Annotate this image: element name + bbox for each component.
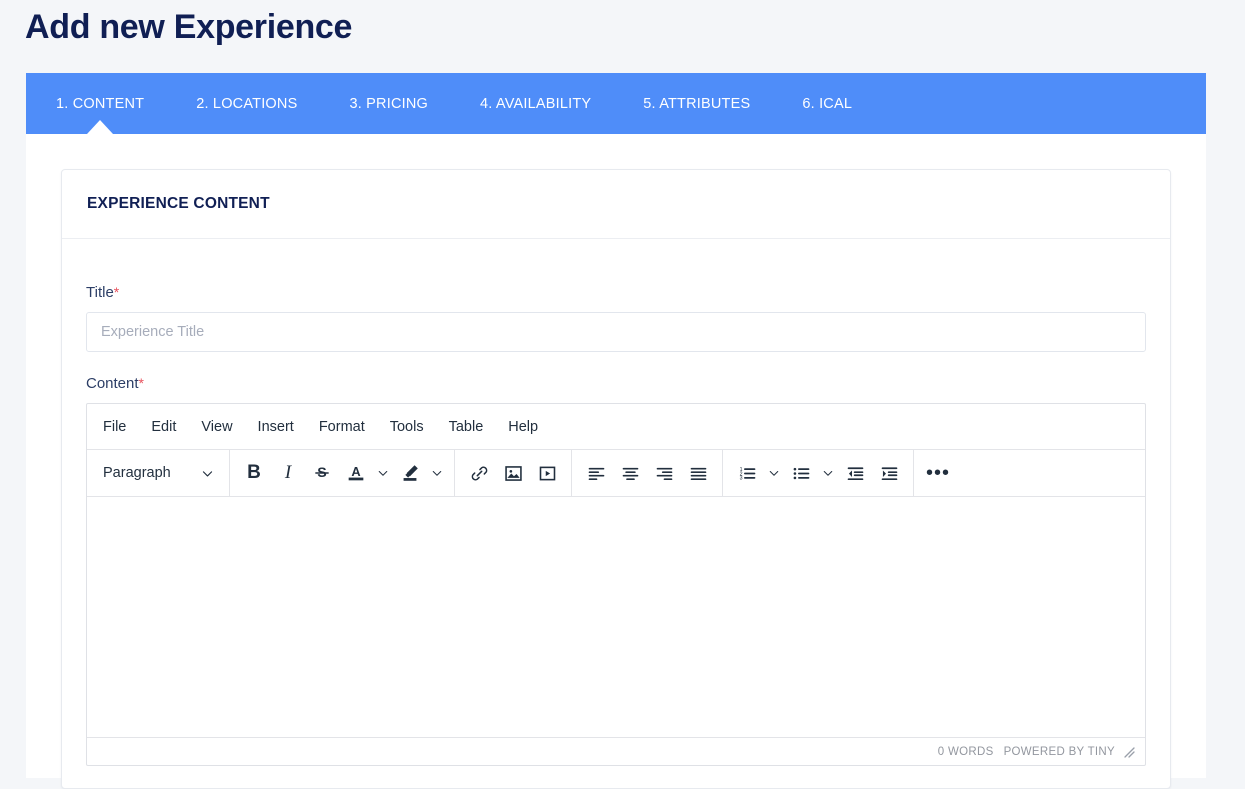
menu-view[interactable]: View <box>201 417 232 437</box>
editor-toolbar: Paragraph B I S A 1 2 3 ••• <box>87 450 1145 497</box>
menu-tools[interactable]: Tools <box>390 417 424 437</box>
bullet-list-icon[interactable] <box>784 458 818 488</box>
experience-content-card: EXPERIENCE CONTENT Title* Content* File … <box>61 169 1171 789</box>
tiny-branding[interactable]: POWERED BY TINY <box>1004 746 1115 758</box>
toolbar-group-block-format: Paragraph <box>87 450 230 496</box>
text-color-chevron-down-icon[interactable] <box>373 458 393 488</box>
content-required-marker: * <box>138 375 144 391</box>
text-color-button[interactable]: A <box>339 458 373 488</box>
align-center-icon[interactable] <box>613 458 647 488</box>
strikethrough-button[interactable]: S <box>305 458 339 488</box>
align-justify-icon[interactable] <box>681 458 715 488</box>
menu-format[interactable]: Format <box>319 417 365 437</box>
tab-pricing[interactable]: 3. PRICING <box>349 96 428 112</box>
rich-text-editor: File Edit View Insert Format Tools Table… <box>86 403 1146 766</box>
svg-text:3: 3 <box>739 475 742 481</box>
toolbar-group-overflow: ••• <box>914 450 962 496</box>
editor-content-area[interactable] <box>87 497 1145 737</box>
numbered-list-chevron-down-icon[interactable] <box>764 458 784 488</box>
menu-insert[interactable]: Insert <box>258 417 294 437</box>
word-count: 0 WORDS <box>937 745 994 758</box>
media-play-icon[interactable] <box>530 458 564 488</box>
background-color-chevron-down-icon[interactable] <box>427 458 447 488</box>
link-icon[interactable] <box>462 458 496 488</box>
title-label-text: Title <box>86 284 114 301</box>
paragraph-format-select[interactable]: Paragraph <box>94 458 222 488</box>
card-body: Title* Content* File Edit View Insert Fo… <box>62 239 1170 766</box>
title-field-label: Title* <box>86 283 1146 302</box>
indent-icon[interactable] <box>872 458 906 488</box>
image-icon[interactable] <box>496 458 530 488</box>
tab-content[interactable]: 1. CONTENT <box>56 96 144 112</box>
menu-edit[interactable]: Edit <box>151 417 176 437</box>
toolbar-group-insert <box>455 450 572 496</box>
resize-handle-icon[interactable] <box>1121 744 1137 760</box>
tab-ical[interactable]: 6. ICAL <box>802 96 852 112</box>
numbered-list-icon[interactable]: 1 2 3 <box>730 458 764 488</box>
page-title: Add new Experience <box>25 8 353 46</box>
title-input[interactable] <box>86 312 1146 352</box>
editor-statusbar: 0 WORDS POWERED BY TINY <box>87 737 1145 765</box>
bold-button[interactable]: B <box>237 458 271 488</box>
chevron-down-icon <box>201 467 214 480</box>
menu-help[interactable]: Help <box>508 417 538 437</box>
card-header: EXPERIENCE CONTENT <box>62 170 1170 239</box>
toolbar-group-alignment <box>572 450 723 496</box>
align-left-icon[interactable] <box>579 458 613 488</box>
tab-locations[interactable]: 2. LOCATIONS <box>196 96 297 112</box>
active-tab-pointer <box>87 120 113 134</box>
tab-availability[interactable]: 4. AVAILABILITY <box>480 96 591 112</box>
highlight-pen-icon[interactable] <box>393 458 427 488</box>
svg-text:A: A <box>351 464 360 479</box>
content-field-label: Content* <box>86 374 1146 393</box>
tab-attributes[interactable]: 5. ATTRIBUTES <box>643 96 750 112</box>
menu-table[interactable]: Table <box>449 417 484 437</box>
card-header-title: EXPERIENCE CONTENT <box>87 195 270 212</box>
toolbar-group-formatting: B I S A <box>230 450 455 496</box>
bullet-list-chevron-down-icon[interactable] <box>818 458 838 488</box>
italic-button[interactable]: I <box>271 458 305 488</box>
align-right-icon[interactable] <box>647 458 681 488</box>
paragraph-format-value: Paragraph <box>103 465 171 481</box>
wizard-tab-bar: 1. CONTENT 2. LOCATIONS 3. PRICING 4. AV… <box>26 73 1206 134</box>
editor-menubar: File Edit View Insert Format Tools Table… <box>87 404 1145 450</box>
title-required-marker: * <box>113 284 120 300</box>
toolbar-group-lists: 1 2 3 <box>723 450 914 496</box>
ellipsis-icon[interactable]: ••• <box>921 458 955 488</box>
menu-file[interactable]: File <box>103 417 126 437</box>
content-label-text: Content <box>86 375 139 392</box>
outdent-icon[interactable] <box>838 458 872 488</box>
